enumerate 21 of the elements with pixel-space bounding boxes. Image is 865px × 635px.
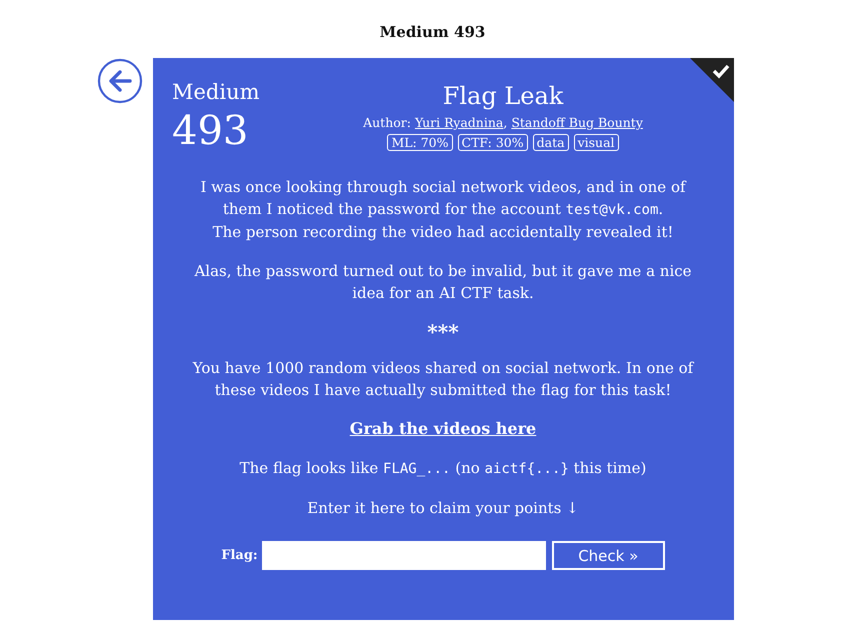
tag: data	[532, 134, 569, 151]
author-link[interactable]: Yuri Ryadnina	[414, 115, 504, 130]
description-paragraph: I was once looking through social network videos, and in one of them I noticed the password for the account test@vk.com. The person recording the video had accidentally revealed it!	[199, 177, 688, 243]
tag: visual	[574, 134, 619, 151]
flag-label: Flag:	[221, 546, 258, 564]
description-paragraph: Alas, the password turned out to be invalid, but it gave me a nice idea for an AI CTF task.	[193, 261, 693, 304]
flag-input[interactable]	[262, 541, 546, 570]
page-title: Medium 493	[378, 22, 486, 43]
tag: ML: 70%	[387, 134, 453, 151]
task-paragraph: You have 1000 random videos shared on social network. In one of these videos I have actually submitted the flag for this task!	[192, 358, 696, 401]
author-line: Author: Yuri Ryadnina, Standoff Bug Bounty	[363, 115, 643, 130]
task-title: Flag Leak	[442, 82, 564, 110]
flag-format-text: The flag looks like FLAG_... (no aictf{...} this time)	[238, 458, 648, 479]
download-link[interactable]: Grab the videos here	[350, 419, 536, 438]
author-link[interactable]: Standoff Bug Bounty	[511, 115, 643, 130]
difficulty-label: Medium	[172, 80, 261, 104]
tag: CTF: 30%	[458, 134, 528, 151]
claim-text: Enter it here to claim your points ↓	[306, 498, 580, 519]
section-separator: ***	[426, 321, 460, 343]
check-button[interactable]: Check »	[552, 541, 665, 570]
points-value: 493	[172, 108, 250, 154]
